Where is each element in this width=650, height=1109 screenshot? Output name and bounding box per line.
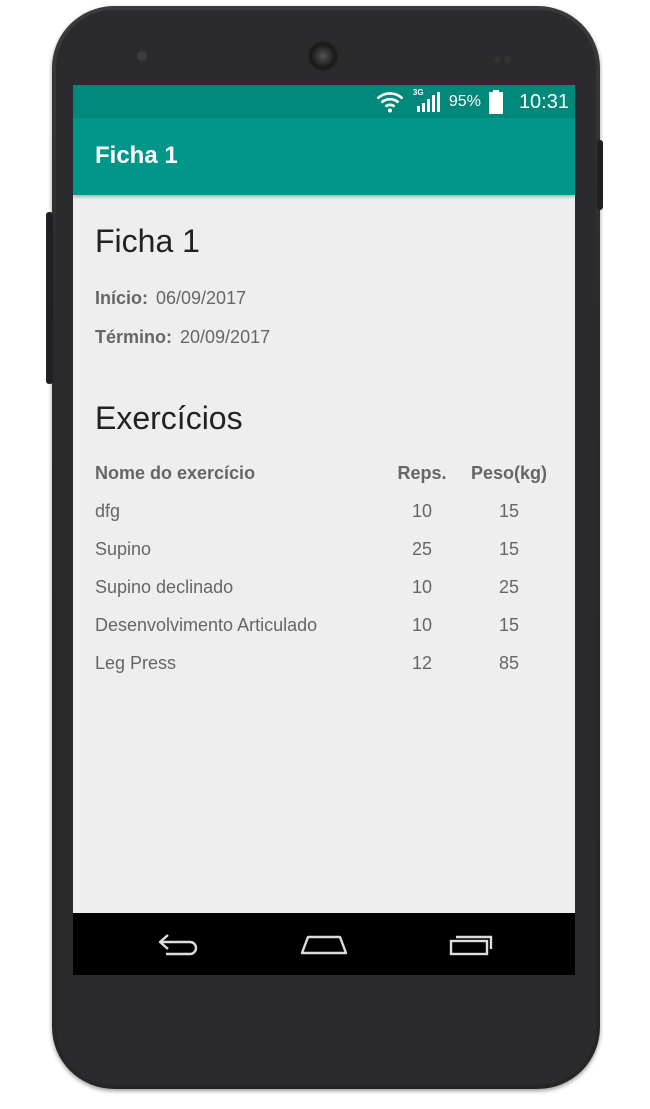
nav-recents-button[interactable] bbox=[441, 927, 501, 961]
exercise-reps: 10 bbox=[411, 501, 433, 521]
exercise-reps: 12 bbox=[411, 653, 433, 673]
end-date-label: Término: bbox=[95, 327, 173, 347]
exercise-name: Supino declinado bbox=[95, 577, 234, 597]
table-row[interactable]: Supino declinado 10 25 bbox=[95, 577, 555, 615]
table-header: Nome do exercício Reps. Peso(kg) bbox=[95, 463, 555, 501]
sheet-title: Ficha 1 bbox=[95, 223, 200, 259]
signal-icon bbox=[416, 92, 440, 112]
exercise-reps: 10 bbox=[411, 615, 433, 635]
exercise-name: Desenvolvimento Articulado bbox=[95, 615, 318, 635]
status-bar: 3G 95% 10:31 bbox=[73, 85, 575, 118]
volume-button bbox=[46, 212, 53, 384]
header-weight: Peso(kg) bbox=[470, 463, 548, 483]
home-icon bbox=[300, 935, 348, 955]
exercise-weight: 15 bbox=[498, 539, 520, 559]
header-exercise-name: Nome do exercício bbox=[95, 463, 256, 483]
navigation-bar bbox=[73, 913, 575, 975]
sensor-dots bbox=[494, 50, 518, 63]
signal-group: 3G bbox=[413, 88, 441, 114]
end-date-value: 20/09/2017 bbox=[180, 327, 271, 347]
status-time: 10:31 bbox=[518, 90, 569, 113]
start-date-label: Início: bbox=[95, 288, 148, 308]
exercise-weight: 15 bbox=[498, 501, 520, 521]
nav-back-button[interactable] bbox=[149, 927, 209, 961]
header-reps: Reps. bbox=[397, 463, 447, 483]
exercise-weight: 25 bbox=[498, 577, 520, 597]
exercise-name: Leg Press bbox=[95, 653, 177, 673]
screen: 3G 95% 10:31 Ficha 1 Ficha 1 Início: 06/… bbox=[73, 85, 575, 975]
exercise-reps: 25 bbox=[411, 539, 433, 559]
exercise-weight: 85 bbox=[498, 653, 520, 673]
exercise-name: dfg bbox=[95, 501, 121, 521]
table-row[interactable]: Desenvolvimento Articulado 10 15 bbox=[95, 615, 555, 653]
battery-percent: 95% bbox=[448, 93, 481, 110]
nav-home-button[interactable] bbox=[294, 927, 354, 961]
proximity-sensor bbox=[137, 51, 147, 61]
table-row[interactable]: Leg Press 12 85 bbox=[95, 653, 555, 691]
power-button bbox=[597, 140, 603, 210]
sheet-content: Ficha 1 Início: 06/09/2017 Término: 20/09/… bbox=[73, 195, 575, 913]
table-row[interactable]: Supino 25 15 bbox=[95, 539, 555, 577]
end-date-row: Término: 20/09/2017 bbox=[95, 327, 270, 348]
exercises-section-title: Exercícios bbox=[95, 400, 243, 436]
app-bar-title: Ficha 1 bbox=[95, 142, 178, 169]
app-bar: Ficha 1 bbox=[73, 118, 575, 195]
front-camera bbox=[308, 41, 338, 71]
battery-icon bbox=[488, 90, 503, 114]
exercises-table: Nome do exercício Reps. Peso(kg) dfg 10 … bbox=[95, 463, 555, 691]
exercise-name: Supino bbox=[95, 539, 152, 559]
back-icon bbox=[158, 934, 198, 956]
exercise-weight: 15 bbox=[498, 615, 520, 635]
table-row[interactable]: dfg 10 15 bbox=[95, 501, 555, 539]
exercise-reps: 10 bbox=[411, 577, 433, 597]
recents-icon bbox=[449, 935, 493, 956]
start-date-value: 06/09/2017 bbox=[156, 288, 247, 308]
start-date-row: Início: 06/09/2017 bbox=[95, 288, 246, 309]
wifi-icon bbox=[376, 92, 404, 113]
status-icons: 3G 95% 10:31 bbox=[375, 88, 569, 114]
